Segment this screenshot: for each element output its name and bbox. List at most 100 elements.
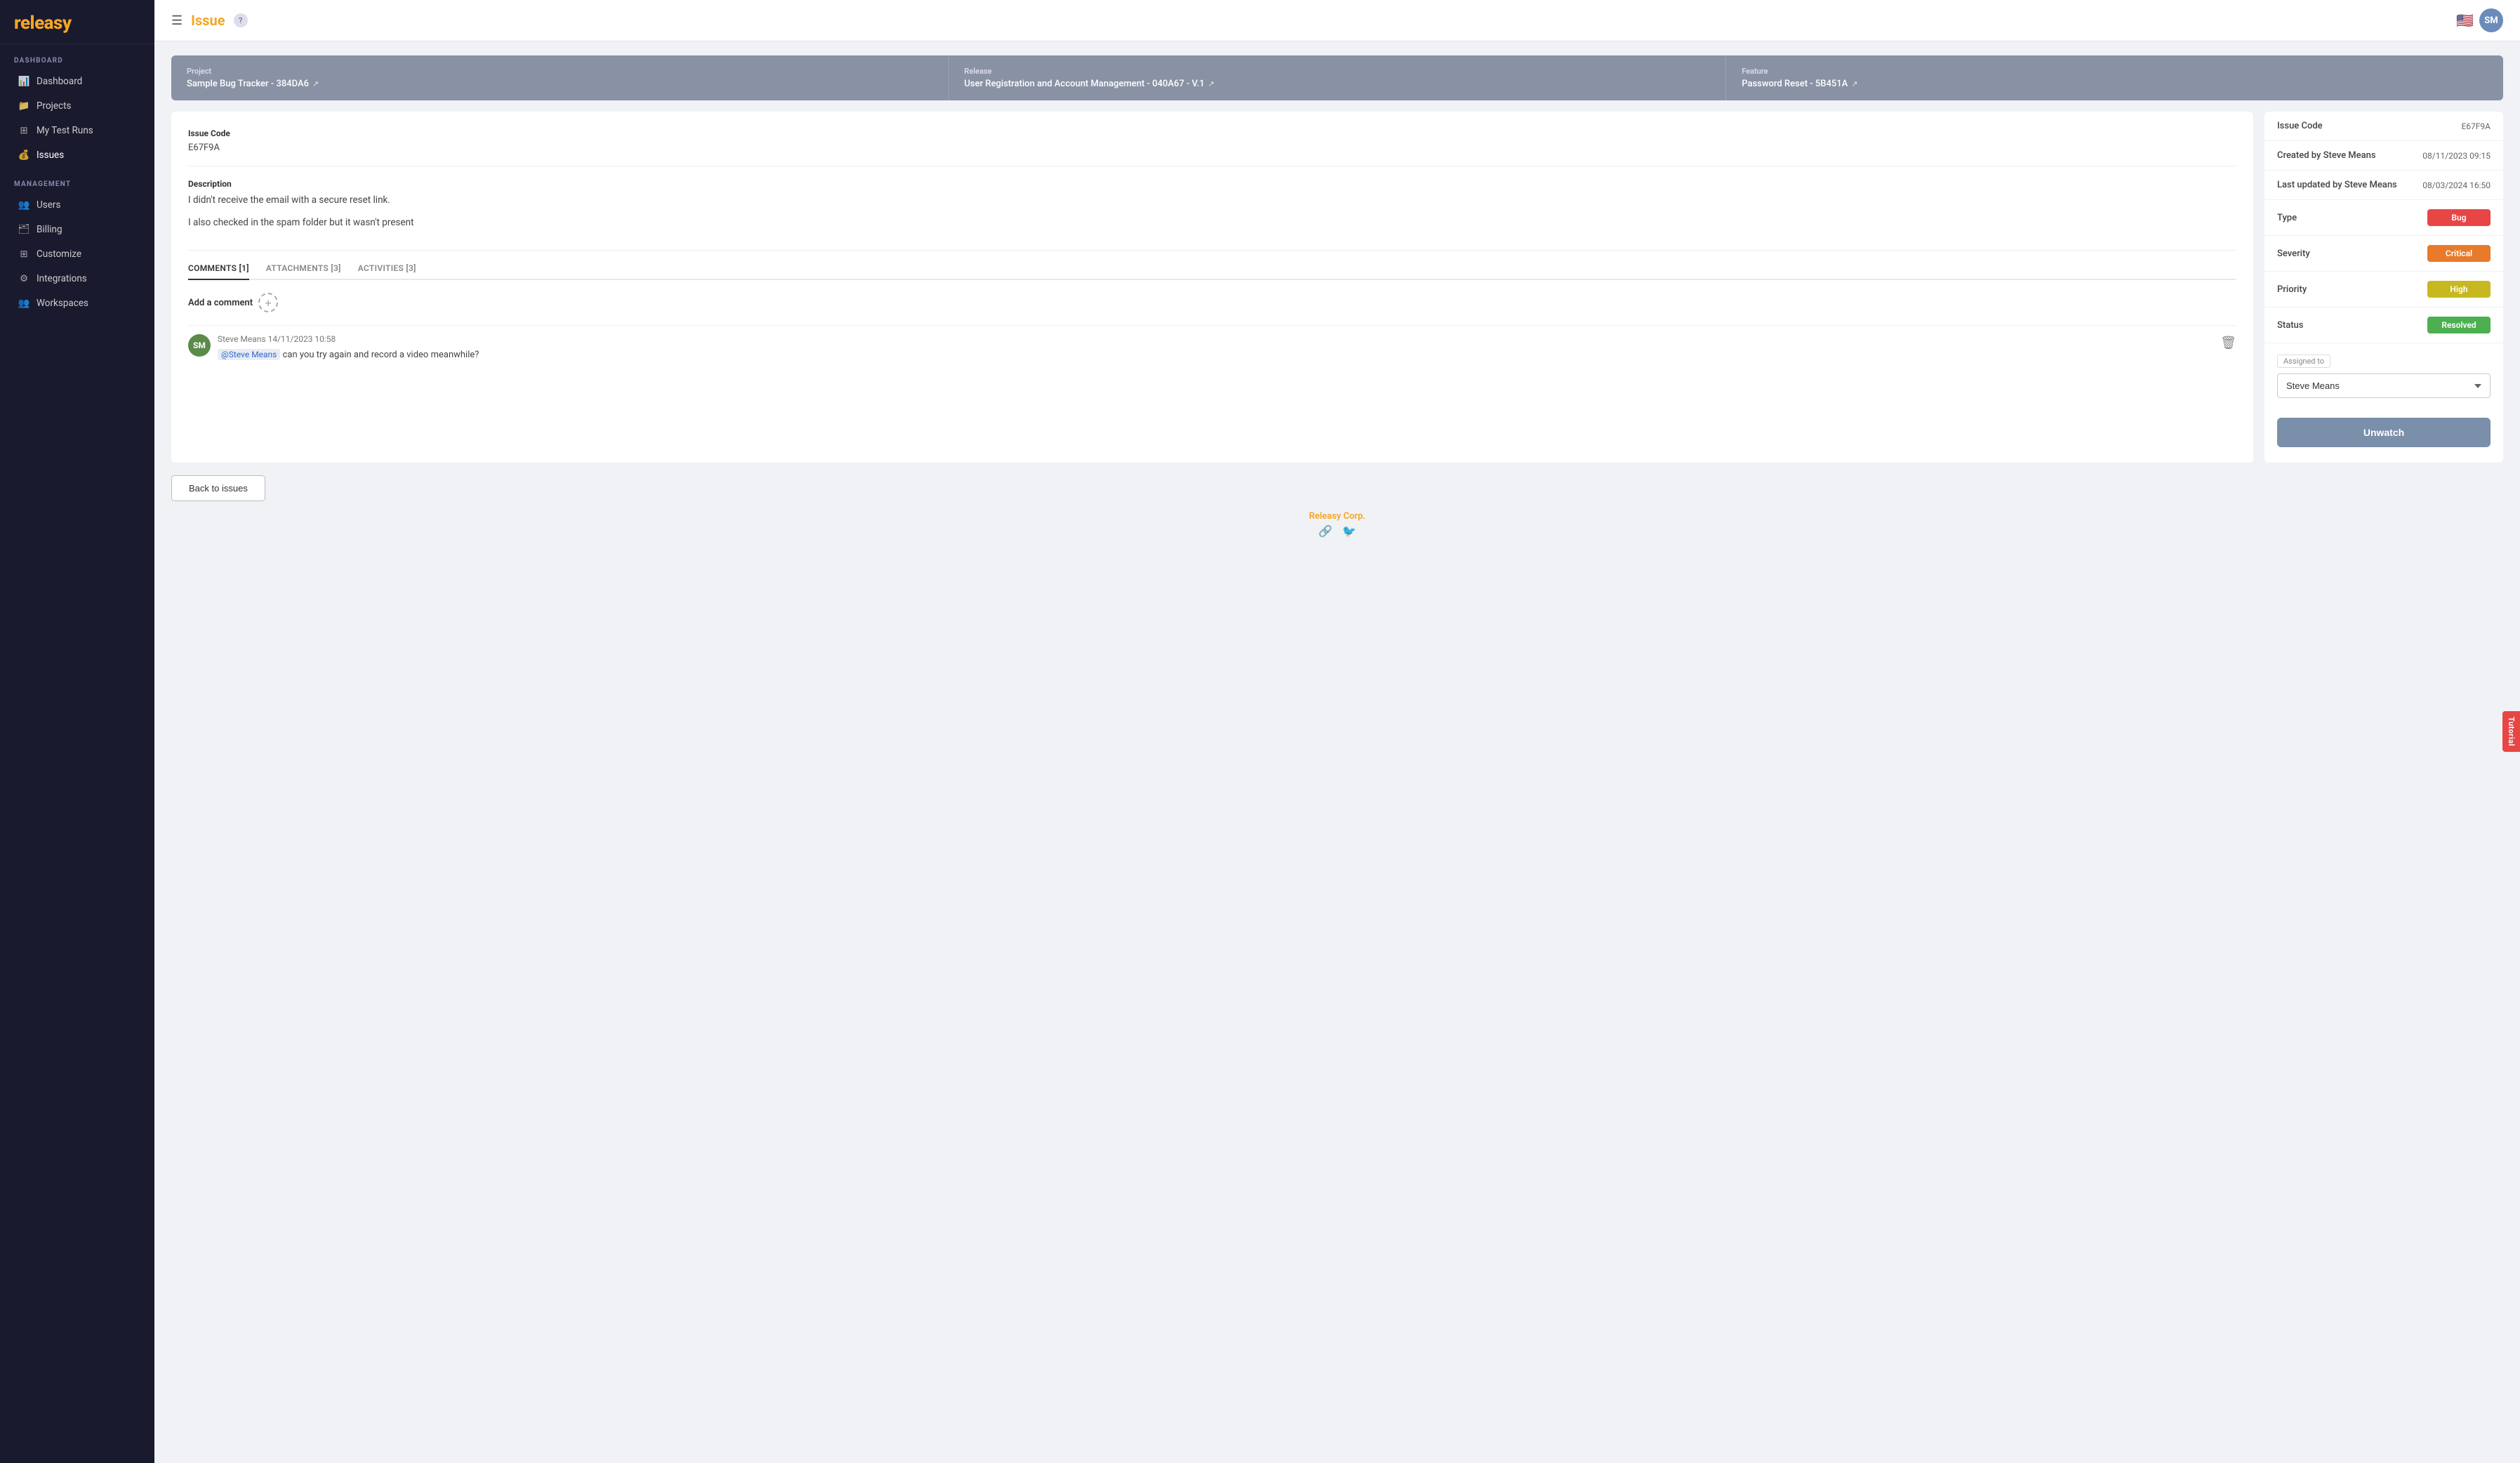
project-value: Sample Bug Tracker - 384DA6 ↗: [187, 79, 933, 89]
tab-activities[interactable]: ACTIVITIES [3]: [358, 263, 416, 280]
tabs: COMMENTS [1] ATTACHMENTS [3] ACTIVITIES [3…: [188, 263, 2236, 280]
twitter-icon[interactable]: 🐦: [1342, 524, 1356, 538]
topbar-right: 🇺🇸 SM: [2456, 8, 2503, 32]
sidebar-item-my-test-runs[interactable]: ⊞ My Test Runs: [4, 119, 150, 143]
topbar: ☰ Issue ? 🇺🇸 SM: [154, 0, 2520, 41]
comment-body: Steve Means 14/11/2023 10:58 @Steve Mean…: [218, 334, 2236, 362]
sidebar-label-customize: Customize: [37, 249, 81, 260]
sidebar-label-users: Users: [37, 199, 60, 211]
main-area: ☰ Issue ? 🇺🇸 SM Project Sample Bug Track…: [154, 0, 2520, 1463]
comments-list: SM Steve Means 14/11/2023 10:58 @Steve M…: [188, 325, 2236, 371]
billing-icon: 🗂: [18, 224, 29, 235]
back-to-issues-button[interactable]: Back to issues: [171, 475, 265, 501]
detail-label-4: Severity: [2277, 249, 2310, 259]
description-line-0: I didn't receive the email with a secure…: [188, 193, 2236, 208]
unwatch-section: Unwatch: [2264, 408, 2503, 457]
my-test-runs-icon: ⊞: [18, 125, 29, 136]
feature-ext-link-icon[interactable]: ↗: [1851, 79, 1857, 88]
dashboard-icon: 📊: [18, 76, 29, 87]
detail-row-5: Priority High: [2264, 272, 2503, 307]
sidebar-item-integrations[interactable]: ⚙Integrations: [4, 267, 150, 291]
detail-value-1: 08/11/2023 09:15: [2422, 151, 2491, 161]
tab-comments[interactable]: COMMENTS [1]: [188, 263, 249, 280]
main-panel: Issue Code E67F9A Description I didn't r…: [171, 112, 2503, 463]
comment-comment-1: SM Steve Means 14/11/2023 10:58 @Steve M…: [188, 325, 2236, 371]
detail-label-3: Type: [2277, 213, 2297, 223]
detail-row-6: Status Resolved: [2264, 307, 2503, 343]
assigned-label: Assigned to: [2277, 355, 2330, 368]
detail-label-5: Priority: [2277, 284, 2307, 295]
link-icon[interactable]: 🔗: [1318, 524, 1332, 538]
sidebar-label-workspaces: Workspaces: [37, 298, 88, 309]
detail-row-0: Issue CodeE67F9A: [2264, 112, 2503, 141]
sidebar-item-customize[interactable]: ⊞ Customize: [4, 242, 150, 266]
sidebar-label-projects: Projects: [37, 100, 72, 112]
add-comment-button[interactable]: +: [258, 293, 278, 312]
detail-value-0: E67F9A: [2461, 121, 2491, 131]
detail-label-6: Status: [2277, 320, 2303, 331]
issue-detail-sidebar: Issue CodeE67F9A Created by Steve Means 08…: [2264, 112, 2503, 463]
add-comment-label: Add a comment: [188, 298, 253, 308]
tab-attachments[interactable]: ATTACHMENTS [3]: [266, 263, 341, 280]
sidebar: releasy DASHBOARD📊Dashboard 📁 Projects ⊞ My …: [0, 0, 154, 1463]
sidebar-item-billing[interactable]: 🗂Billing: [4, 218, 150, 241]
comment-text: @Steve Means can you try again and recor…: [218, 348, 2236, 362]
logo-area: releasy: [0, 0, 154, 44]
content-area: Project Sample Bug Tracker - 384DA6 ↗ Re…: [154, 41, 2520, 1463]
release-ext-link-icon[interactable]: ↗: [1208, 79, 1214, 88]
assigned-select[interactable]: Steve Means: [2277, 373, 2491, 398]
feature-value: Password Reset - 5B451A ↗: [1742, 79, 2488, 89]
sidebar-label-my-test-runs: My Test Runs: [37, 125, 93, 136]
feature-label: Feature: [1742, 67, 2488, 76]
project-ext-link-icon[interactable]: ↗: [312, 79, 319, 88]
issues-icon: 💰: [18, 150, 29, 161]
sidebar-item-projects[interactable]: 📁 Projects: [4, 94, 150, 118]
detail-row-2: Last updated by Steve Means08/03/2024 16…: [2264, 171, 2503, 200]
feature-col: Feature Password Reset - 5B451A ↗: [1726, 55, 2503, 100]
sidebar-item-issues[interactable]: 💰Issues: [4, 143, 150, 167]
issue-code-label: Issue Code: [188, 128, 2236, 138]
delete-comment-button[interactable]: 🗑: [2220, 336, 2236, 350]
issue-code-value: E67F9A: [188, 143, 2236, 153]
sidebar-section-management: MANAGEMENT: [0, 168, 154, 192]
comment-meta: Steve Means 14/11/2023 10:58: [218, 334, 2236, 344]
sidebar-section-dashboard: DASHBOARD: [0, 44, 154, 69]
menu-icon[interactable]: ☰: [171, 13, 183, 28]
sidebar-item-dashboard[interactable]: 📊Dashboard: [4, 69, 150, 93]
projects-icon: 📁: [18, 100, 29, 112]
help-badge[interactable]: ?: [234, 13, 248, 27]
badge-resolved: Resolved: [2427, 317, 2491, 333]
info-bar: Project Sample Bug Tracker - 384DA6 ↗ Re…: [171, 55, 2503, 100]
sidebar-item-users[interactable]: 👥Users: [4, 193, 150, 217]
comment-mention[interactable]: @Steve Means: [218, 349, 280, 360]
issue-body: Issue Code E67F9A Description I didn't r…: [171, 112, 2253, 463]
sidebar-label-integrations: Integrations: [37, 273, 87, 284]
badge-bug: Bug: [2427, 209, 2491, 226]
page-title: Issue: [191, 12, 225, 29]
comment-avatar: SM: [188, 334, 211, 357]
assigned-section: Assigned to Steve Means: [2264, 343, 2503, 408]
workspaces-icon: 👥: [18, 298, 29, 309]
footer: Releasy Corp. 🔗 🐦: [171, 501, 2503, 548]
detail-row-4: Severity Critical: [2264, 236, 2503, 272]
unwatch-button[interactable]: Unwatch: [2277, 418, 2491, 447]
user-avatar[interactable]: SM: [2479, 8, 2503, 32]
badge-critical: Critical: [2427, 245, 2491, 262]
project-label: Project: [187, 67, 933, 76]
issue-code-section: Issue Code E67F9A: [188, 128, 2236, 166]
description-text: I didn't receive the email with a secure…: [188, 193, 2236, 230]
badge-high: High: [2427, 281, 2491, 298]
tutorial-tab[interactable]: Tutorial: [2502, 711, 2520, 752]
flag-icon[interactable]: 🇺🇸: [2456, 12, 2474, 29]
topbar-left: ☰ Issue ?: [171, 12, 248, 29]
detail-label-1: Created by Steve Means: [2277, 150, 2376, 161]
description-label: Description: [188, 179, 2236, 189]
detail-value-2: 08/03/2024 16:50: [2422, 180, 2491, 190]
sidebar-item-workspaces[interactable]: 👥 Workspaces: [4, 291, 150, 315]
app-logo: releasy: [14, 13, 140, 34]
add-comment-row: Add a comment +: [188, 293, 2236, 312]
customize-icon: ⊞: [18, 249, 29, 260]
description-line-1: I also checked in the spam folder but it…: [188, 216, 2236, 231]
detail-row-1: Created by Steve Means 08/11/2023 09:15: [2264, 141, 2503, 171]
release-label: Release: [964, 67, 1711, 76]
